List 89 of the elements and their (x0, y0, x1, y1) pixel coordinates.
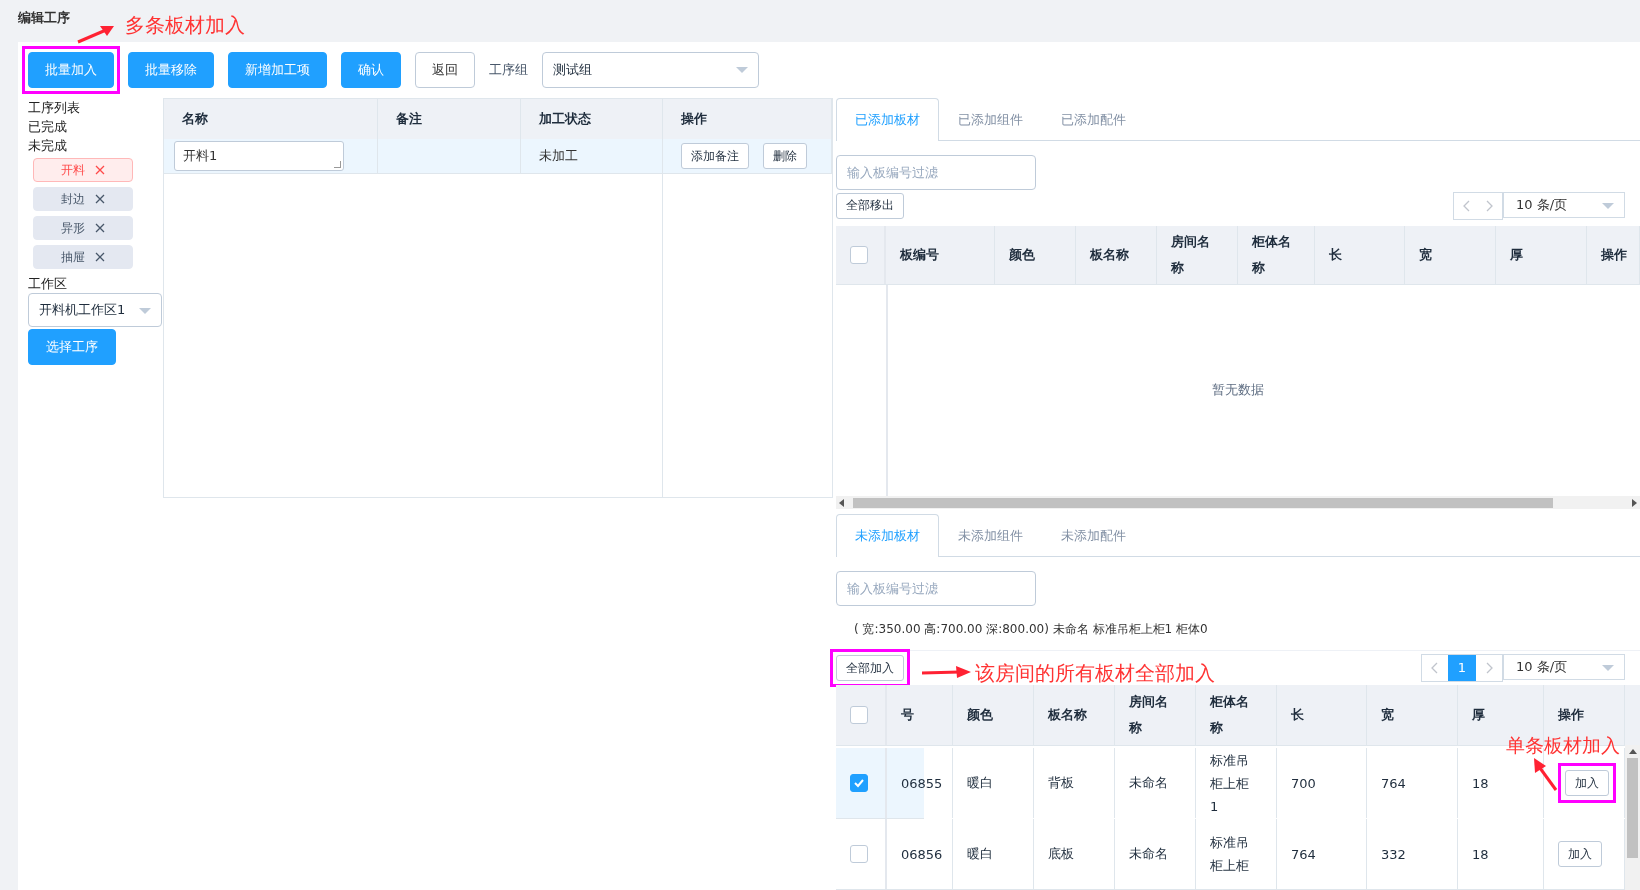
column-header: 柜体名称 (1252, 232, 1292, 277)
empty-message: 暂无数据 (1212, 381, 1264, 400)
column-header: 操作 (1601, 245, 1627, 264)
column-header: 颜色 (1009, 245, 1035, 264)
cabinet-info: ( 宽:350.00 高:700.00 深:800.00) 未命名 标准吊柜上柜1 柜体0 (836, 608, 1640, 651)
horizontal-scrollbar[interactable] (836, 496, 1640, 510)
table-cell: 332 (1381, 846, 1406, 862)
table-cell-text: 标准吊柜上柜 (1210, 834, 1250, 875)
process-tag[interactable]: 异形 (33, 216, 133, 240)
workarea-label: 工作区 (28, 275, 68, 293)
table-cell: 06855 (901, 775, 943, 791)
caret-icon (139, 308, 151, 314)
caret-icon (1602, 665, 1614, 671)
sidebar-heading: 已完成 (28, 118, 68, 136)
chevron-left-icon[interactable] (1430, 661, 1440, 675)
close-icon[interactable] (95, 223, 105, 233)
column-header: 板名称 (1090, 245, 1129, 264)
annotation-arrow (1532, 756, 1558, 792)
annotation-arrow (920, 665, 972, 679)
table-cell: 暖白 (967, 774, 993, 792)
row-action-button[interactable]: 删除 (763, 143, 807, 169)
tab[interactable]: 未添加组件 (939, 514, 1042, 557)
caret-icon (1602, 202, 1614, 209)
table-cell: 底板 (1048, 845, 1074, 863)
column-header: 长 (1329, 245, 1342, 264)
add-button[interactable]: 加入 (1558, 841, 1602, 867)
column-header: 柜体名称 (1210, 693, 1250, 737)
column-header: 宽 (1419, 245, 1432, 264)
filter-field[interactable]: 输入板编号过滤 (836, 571, 1036, 606)
row-action-button[interactable]: 添加备注 (681, 143, 749, 169)
column-header: 板编号 (900, 245, 939, 264)
table-cell: 764 (1291, 846, 1316, 862)
chevron-left-icon[interactable] (1462, 198, 1472, 213)
table-cell: 18 (1472, 775, 1489, 791)
name-input[interactable]: 开料1 (174, 141, 344, 171)
process-tag[interactable]: 封边 (33, 187, 133, 211)
annotation-text: 该房间的所有板材全部加入 (975, 660, 1215, 687)
column-header: 板名称 (1048, 706, 1087, 724)
chevron-right-icon[interactable] (1484, 661, 1494, 675)
workarea-select[interactable]: 开料机工作区1 (28, 293, 162, 327)
toolbar-button[interactable]: 返回 (415, 52, 475, 88)
column-header: 宽 (1381, 706, 1394, 724)
annotation-text: 单条板材加入 (1506, 733, 1620, 758)
table-cell: 背板 (1048, 774, 1074, 792)
table-cell: 764 (1381, 775, 1406, 791)
checkbox[interactable] (850, 245, 868, 264)
page-size-select[interactable]: 10 条/页 (1503, 654, 1625, 680)
sidebar-heading: 工序列表 (28, 99, 81, 117)
table-cell: 未加工 (539, 147, 578, 165)
caret-icon (736, 67, 748, 73)
close-icon[interactable] (95, 194, 105, 204)
tab[interactable]: 已添加配件 (1042, 98, 1145, 140)
close-icon[interactable] (95, 165, 105, 175)
column-header: 厚 (1472, 706, 1485, 724)
tab[interactable]: 未添加配件 (1042, 514, 1145, 557)
tab[interactable]: 已添加组件 (939, 98, 1042, 140)
chevron-right-icon[interactable] (1484, 198, 1494, 213)
checkbox[interactable] (850, 845, 868, 863)
checkbox[interactable] (850, 706, 868, 724)
add-button[interactable]: 加入 (1565, 770, 1609, 796)
table-cell: 18 (1472, 846, 1489, 862)
add-all-button[interactable]: 全部加入 (836, 655, 904, 681)
column-header: 厚 (1510, 245, 1523, 264)
table-cell-text: 标准吊柜上柜1 (1210, 751, 1250, 816)
table-cell: 未命名 (1129, 845, 1168, 863)
group-select[interactable]: 测试组 (542, 52, 759, 88)
column-header: 号 (901, 706, 914, 724)
page-size-select[interactable]: 10 条/页 (1503, 191, 1625, 218)
column-header: 长 (1291, 706, 1304, 724)
annotation-text: 多条板材加入 (125, 12, 245, 39)
filter-field[interactable]: 输入板编号过滤 (836, 155, 1036, 190)
sidebar-heading: 未完成 (28, 137, 68, 155)
table-cell: 暖白 (967, 845, 993, 863)
vertical-scrollbar[interactable] (1625, 745, 1640, 890)
checkbox[interactable] (850, 774, 868, 792)
group-label: 工序组 (489, 61, 528, 79)
column-header: 操作 (1558, 706, 1584, 724)
check-icon (853, 777, 865, 789)
process-tag[interactable]: 抽屉 (33, 245, 133, 269)
column-header: 房间名称 (1171, 232, 1211, 277)
column-header: 房间名称 (1129, 693, 1169, 737)
column-header: 颜色 (967, 706, 993, 724)
close-icon[interactable] (95, 252, 105, 262)
annotation-arrow (76, 24, 116, 44)
table-cell: 06856 (901, 846, 943, 862)
remove-all-button[interactable]: 全部移出 (836, 192, 904, 219)
table-cell: 未命名 (1129, 774, 1168, 792)
table-cell: 700 (1291, 775, 1316, 791)
page-title: 编辑工序 (17, 9, 70, 27)
